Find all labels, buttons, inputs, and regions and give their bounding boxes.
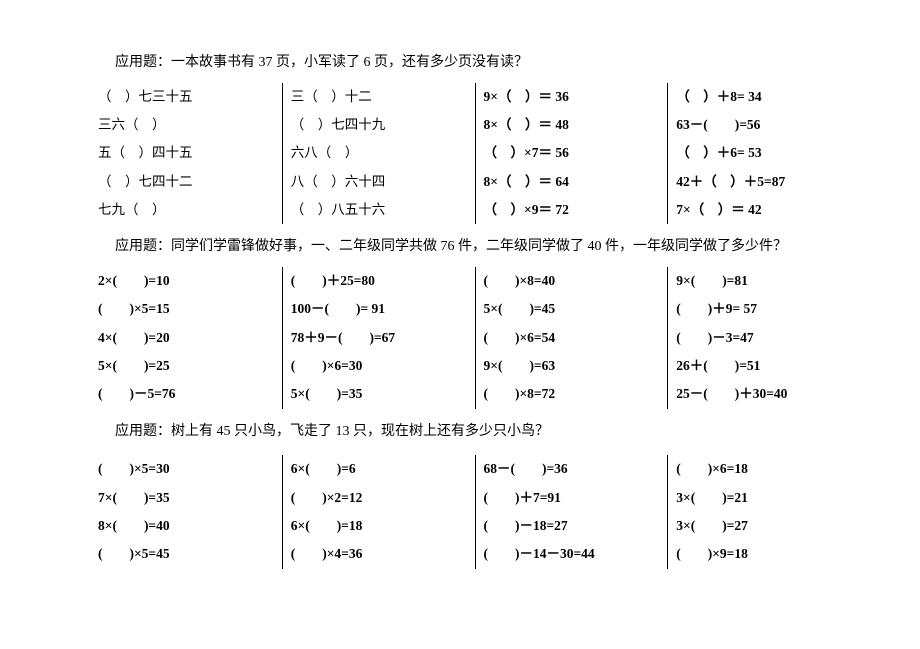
cell: 8×( )=40 — [98, 512, 274, 540]
cell: 63－( )=56 — [676, 111, 852, 139]
cell: 9×（ ）＝ 36 — [484, 83, 660, 111]
cell: （ ）×7＝ 56 — [484, 139, 660, 167]
cell: 5×( )=25 — [98, 352, 274, 380]
cell: ( )－3=47 — [676, 324, 852, 352]
cell: ( )×8=72 — [484, 380, 660, 408]
s2-col3: ( )×8=40 5×( )=45 ( )×6=54 9×( )=63 ( )×… — [476, 267, 669, 409]
cell: ( )＋25=80 — [291, 267, 467, 295]
cell: 八（ ）六十四 — [291, 168, 467, 196]
cell: 三六（ ） — [98, 111, 274, 139]
cell: 78＋9－( )=67 — [291, 324, 467, 352]
cell: ( )×2=12 — [291, 484, 467, 512]
s3-col1: ( )×5=30 7×( )=35 8×( )=40 ( )×5=45 — [90, 455, 283, 568]
cell: 68－( )=36 — [484, 455, 660, 483]
word-problem-3: 应用题：树上有 45 只小鸟，飞走了 13 只，现在树上还有多少只小鸟？ — [115, 419, 860, 446]
cell: ( )－18=27 — [484, 512, 660, 540]
section-3-grid: ( )×5=30 7×( )=35 8×( )=40 ( )×5=45 6×( … — [90, 455, 860, 568]
section-1-grid: （ ）七三十五 三六（ ） 五（ ）四十五 （ ）七四十二 七九（ ） 三（ ）… — [90, 83, 860, 225]
cell: ( )＋9= 57 — [676, 295, 852, 323]
cell: ( )×5=45 — [98, 540, 274, 568]
cell: 五（ ）四十五 — [98, 139, 274, 167]
cell: （ ）七四十二 — [98, 168, 274, 196]
s1-col2: 三（ ）十二 （ ）七四十九 六八（ ） 八（ ）六十四 （ ）八五十六 — [283, 83, 476, 225]
cell: 6×( )=6 — [291, 455, 467, 483]
cell: 6×( )=18 — [291, 512, 467, 540]
s2-col1: 2×( )=10 ( )×5=15 4×( )=20 5×( )=25 ( )－… — [90, 267, 283, 409]
cell: 5×( )=35 — [291, 380, 467, 408]
word-problem-1: 应用题：一本故事书有 37 页，小军读了 6 页，还有多少页没有读？ — [115, 50, 860, 77]
cell: （ ）＋8= 34 — [676, 83, 852, 111]
s3-col4: ( )×6=18 3×( )=21 3×( )=27 ( )×9=18 — [668, 455, 860, 568]
cell: （ ）七三十五 — [98, 83, 274, 111]
cell: ( )×6=30 — [291, 352, 467, 380]
cell: 六八（ ） — [291, 139, 467, 167]
section-2-grid: 2×( )=10 ( )×5=15 4×( )=20 5×( )=25 ( )－… — [90, 267, 860, 409]
cell: 8×（ ）＝ 48 — [484, 111, 660, 139]
s2-col2: ( )＋25=80 100－( )= 91 78＋9－( )=67 ( )×6=… — [283, 267, 476, 409]
s3-col2: 6×( )=6 ( )×2=12 6×( )=18 ( )×4=36 — [283, 455, 476, 568]
cell: 2×( )=10 — [98, 267, 274, 295]
cell: 4×( )=20 — [98, 324, 274, 352]
cell: 3×( )=21 — [676, 484, 852, 512]
cell: ( )×8=40 — [484, 267, 660, 295]
word-problem-2: 应用题：同学们学雷锋做好事，一、二年级同学共做 76 件，二年级同学做了 40 … — [115, 234, 860, 261]
cell: 26＋( )=51 — [676, 352, 852, 380]
cell: （ ）八五十六 — [291, 196, 467, 224]
cell: 三（ ）十二 — [291, 83, 467, 111]
s1-col1: （ ）七三十五 三六（ ） 五（ ）四十五 （ ）七四十二 七九（ ） — [90, 83, 283, 225]
s1-col3: 9×（ ）＝ 36 8×（ ）＝ 48 （ ）×7＝ 56 8×（ ）＝ 64 … — [476, 83, 669, 225]
cell: 100－( )= 91 — [291, 295, 467, 323]
cell: ( )－5=76 — [98, 380, 274, 408]
cell: （ ）＋6= 53 — [676, 139, 852, 167]
s3-col3: 68－( )=36 ( )＋7=91 ( )－18=27 ( )－14－30=4… — [476, 455, 669, 568]
cell: ( )×9=18 — [676, 540, 852, 568]
cell: ( )×5=30 — [98, 455, 274, 483]
cell: ( )×6=54 — [484, 324, 660, 352]
cell: ( )×4=36 — [291, 540, 467, 568]
cell: 3×( )=27 — [676, 512, 852, 540]
cell: （ ）七四十九 — [291, 111, 467, 139]
cell: 7×（ ）＝ 42 — [676, 196, 852, 224]
cell: 5×( )=45 — [484, 295, 660, 323]
cell: ( )－14－30=44 — [484, 540, 660, 568]
cell: 8×（ ）＝ 64 — [484, 168, 660, 196]
cell: ( )＋7=91 — [484, 484, 660, 512]
s1-col4: （ ）＋8= 34 63－( )=56 （ ）＋6= 53 42＋（ ）＋5=8… — [668, 83, 860, 225]
cell: ( )×5=15 — [98, 295, 274, 323]
cell: 42＋（ ）＋5=87 — [676, 168, 852, 196]
cell: 七九（ ） — [98, 196, 274, 224]
cell: 25－( )＋30=40 — [676, 380, 852, 408]
cell: 9×( )=81 — [676, 267, 852, 295]
cell: 9×( )=63 — [484, 352, 660, 380]
cell: 7×( )=35 — [98, 484, 274, 512]
cell: ( )×6=18 — [676, 455, 852, 483]
s2-col4: 9×( )=81 ( )＋9= 57 ( )－3=47 26＋( )=51 25… — [668, 267, 860, 409]
cell: （ ）×9＝ 72 — [484, 196, 660, 224]
